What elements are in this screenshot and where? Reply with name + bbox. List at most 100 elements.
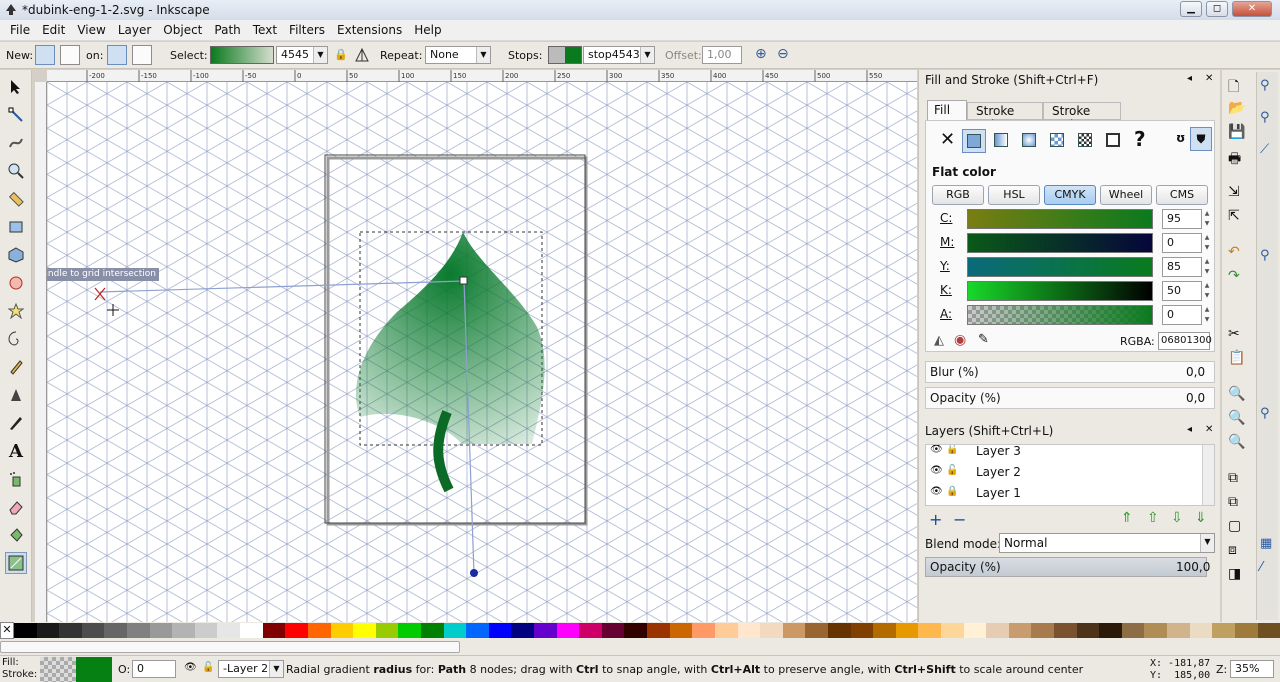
palette-swatch[interactable]	[194, 623, 218, 638]
m-spin-arrows[interactable]: ▲ ▼	[1202, 233, 1212, 253]
palette-swatch[interactable]	[850, 623, 874, 638]
palette-swatch[interactable]	[534, 623, 557, 638]
color-managed-icon[interactable]: ◭	[934, 333, 944, 348]
lock-icon[interactable]: 🔓	[946, 445, 958, 455]
redo-icon[interactable]: ↷	[1228, 268, 1240, 284]
mode-cms-button[interactable]: CMS	[1156, 185, 1208, 205]
offset-input[interactable]: 1,00	[702, 46, 742, 64]
spray-tool[interactable]	[5, 468, 27, 490]
unset-paint-button[interactable]	[1102, 129, 1126, 153]
opacity-value[interactable]: 0,0	[1186, 388, 1205, 408]
a-value-input[interactable]: 0	[1162, 305, 1202, 325]
group-icon[interactable]: ▢	[1228, 518, 1241, 534]
menu-view[interactable]: View	[71, 23, 111, 37]
clone-icon[interactable]: ⧉	[1228, 494, 1238, 510]
reverse-gradient-icon[interactable]	[354, 47, 370, 63]
flat-color-button[interactable]	[962, 129, 986, 153]
palette-swatch[interactable]	[1099, 623, 1122, 638]
menu-file[interactable]: File	[4, 23, 36, 37]
snap-grid-icon[interactable]: ▦	[1260, 536, 1272, 551]
list-item[interactable]: 👁 🔒 Layer 1	[926, 484, 1202, 504]
close-button[interactable]: ✕	[1232, 1, 1272, 17]
palette-swatch[interactable]	[873, 623, 896, 638]
paint-bucket-tool[interactable]	[5, 524, 27, 546]
lock-icon[interactable]: 🔒	[334, 48, 348, 61]
no-color-swatch[interactable]: ✕	[0, 622, 14, 639]
ellipse-tool[interactable]	[5, 272, 27, 294]
palette-swatch[interactable]	[692, 623, 715, 638]
palette-swatch[interactable]	[918, 623, 941, 638]
palette-swatch[interactable]	[1008, 623, 1032, 638]
palette-swatch[interactable]	[353, 623, 376, 638]
zoom-input[interactable]: 35%	[1230, 660, 1274, 678]
ungroup-icon[interactable]: ⧈	[1228, 542, 1237, 558]
export-icon[interactable]: ⇱	[1228, 208, 1240, 224]
palette-swatch[interactable]	[579, 623, 602, 638]
palette-swatch[interactable]	[36, 623, 60, 638]
close-icon[interactable]: ✕	[1205, 424, 1213, 435]
snap-guide-icon[interactable]: ⁄	[1260, 560, 1262, 575]
c-value-input[interactable]: 95	[1162, 209, 1202, 229]
raise-icon[interactable]: ⇧	[1147, 510, 1159, 526]
palette-swatch[interactable]	[805, 623, 828, 638]
palette-swatch[interactable]	[647, 623, 670, 638]
a-slider[interactable]	[967, 305, 1153, 325]
open-icon[interactable]: 📂	[1228, 100, 1245, 116]
eye-icon[interactable]: 👁	[184, 662, 197, 673]
add-layer-icon[interactable]: +	[929, 510, 942, 529]
menu-help[interactable]: Help	[408, 23, 447, 37]
lock-icon[interactable]: 🔒	[946, 486, 958, 497]
collapse-icon[interactable]: ◂	[1187, 424, 1192, 435]
palette-swatch[interactable]	[1144, 623, 1168, 638]
remove-layer-icon[interactable]: −	[953, 510, 966, 529]
zoom-tool[interactable]	[5, 160, 27, 182]
palette-swatch[interactable]	[1189, 623, 1213, 638]
palette-swatch[interactable]	[375, 623, 399, 638]
palette-swatch[interactable]	[1031, 623, 1055, 638]
swatch-fill-button[interactable]	[1074, 129, 1098, 153]
out-of-gamut-icon[interactable]: ◉	[954, 332, 966, 348]
minimize-button[interactable]: ▁	[1180, 1, 1202, 17]
rectangle-tool[interactable]	[5, 216, 27, 238]
menu-extensions[interactable]: Extensions	[331, 23, 408, 37]
save-icon[interactable]: 💾	[1228, 124, 1245, 140]
stroke-swatch[interactable]	[76, 657, 112, 682]
horizontal-scrollbar[interactable]	[0, 639, 1280, 655]
blur-value[interactable]: 0,0	[1186, 362, 1205, 382]
stop-select-combo[interactable]: stop4543 ▼	[583, 46, 655, 64]
node-tool[interactable]	[5, 104, 27, 126]
palette-swatch[interactable]	[307, 623, 331, 638]
undo-icon[interactable]: ↶	[1228, 244, 1240, 260]
eraser-tool[interactable]	[5, 496, 27, 518]
tab-stroke-paint[interactable]: Stroke paint	[967, 102, 1043, 132]
snap-bbox-icon[interactable]: ⚲	[1260, 110, 1270, 125]
snap-page-icon[interactable]: ⚲	[1260, 406, 1270, 421]
y-slider[interactable]	[967, 257, 1153, 277]
fill-swatch-gradient[interactable]	[40, 657, 76, 682]
palette-swatch[interactable]	[14, 623, 37, 638]
help-icon[interactable]: ?	[1134, 127, 1146, 151]
zoom-selection-icon[interactable]: 🔍	[1228, 386, 1245, 402]
no-paint-button[interactable]: ✕	[940, 129, 955, 150]
palette-swatch[interactable]	[420, 623, 444, 638]
palette-swatch[interactable]	[714, 623, 738, 638]
palette-swatch[interactable]	[1076, 623, 1100, 638]
zoom-drawing-icon[interactable]: 🔍	[1228, 410, 1245, 426]
gradient-radius-handle[interactable]	[470, 569, 478, 577]
palette-swatch[interactable]	[624, 623, 648, 638]
eye-icon[interactable]: 👁	[930, 445, 943, 455]
y-value-input[interactable]: 85	[1162, 257, 1202, 277]
palette-swatch[interactable]	[1234, 623, 1258, 638]
pattern-fill-button[interactable]	[1046, 129, 1070, 153]
list-item[interactable]: 👁 🔓 Layer 3	[926, 445, 1202, 462]
gradient-center-handle[interactable]	[459, 276, 468, 285]
radial-gradient-fill-button[interactable]	[1018, 129, 1042, 153]
gradient-tool[interactable]	[5, 552, 27, 574]
calligraphy-tool[interactable]	[5, 412, 27, 434]
palette-swatch[interactable]	[760, 623, 783, 638]
canvas-svg[interactable]	[47, 82, 917, 622]
snap-bbox-edge-icon[interactable]: ⟋	[1260, 142, 1269, 157]
star-tool[interactable]	[5, 300, 27, 322]
gradient-select-combo[interactable]: 4545 ▼	[276, 46, 328, 64]
insert-stop-icon[interactable]: ⊕	[755, 46, 767, 62]
